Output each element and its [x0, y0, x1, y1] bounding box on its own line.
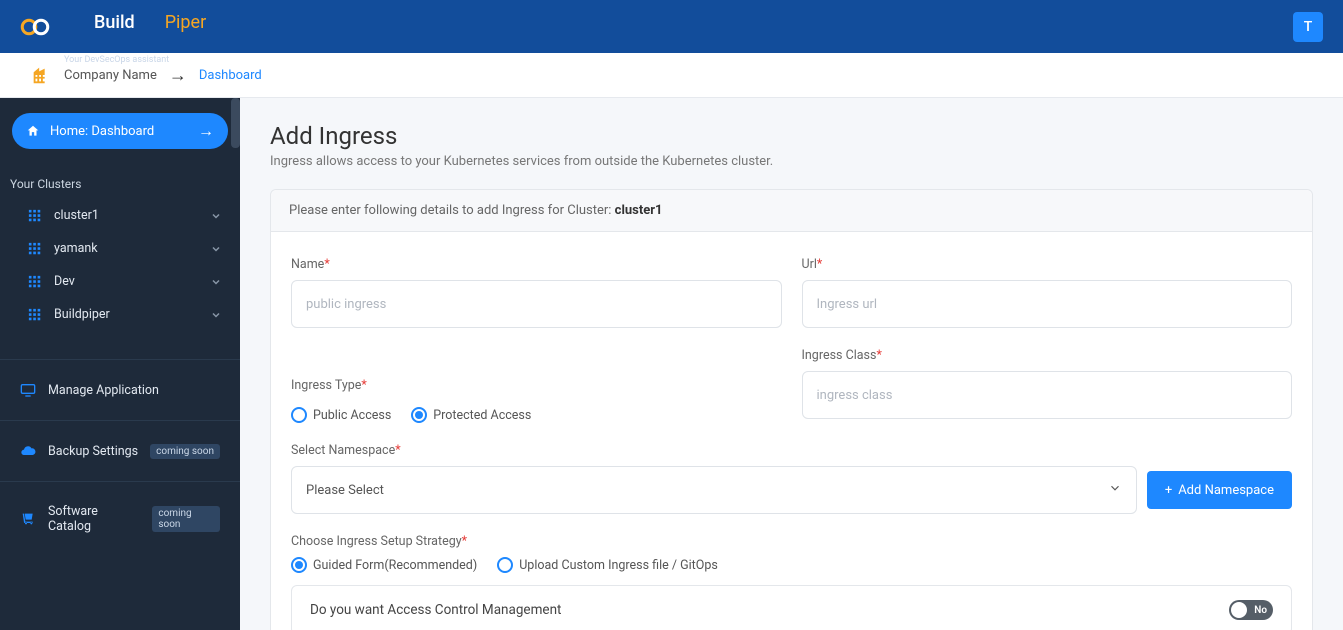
radio-icon	[411, 407, 427, 423]
chevron-down-icon	[1108, 481, 1122, 499]
add-namespace-label: Add Namespace	[1178, 483, 1274, 498]
sidebar-item-software-catalog[interactable]: Software Catalog coming soon	[0, 481, 240, 556]
scrollbar-thumb[interactable]	[231, 98, 240, 148]
cart-icon	[20, 511, 36, 527]
chevron-down-icon	[210, 276, 222, 288]
clusters-heading: Your Clusters	[0, 169, 240, 199]
page-title: Add Ingress	[270, 122, 1313, 150]
chevron-down-icon	[210, 210, 222, 222]
brand-name-main: Build	[64, 0, 165, 57]
strategy-label: Choose Ingress Setup Strategy*	[291, 534, 1292, 549]
acm-card: Do you want Access Control Management No	[291, 585, 1292, 630]
form-cluster-name: cluster1	[615, 203, 663, 218]
radio-icon	[291, 407, 307, 423]
form-card: Please enter following details to add In…	[270, 189, 1313, 630]
namespace-select-value: Please Select	[306, 483, 384, 498]
namespace-label: Select Namespace*	[291, 443, 1292, 458]
grid-icon	[28, 242, 42, 256]
radio-label: Public Access	[313, 408, 391, 423]
sidebar-item-label: Software Catalog	[48, 504, 140, 534]
sidebar-item-cluster1[interactable]: cluster1	[0, 199, 240, 232]
sidebar-item-label: Buildpiper	[54, 307, 198, 322]
toggle-label: No	[1254, 605, 1267, 616]
chevron-down-icon	[210, 243, 222, 255]
status-badge: coming soon	[150, 444, 220, 459]
name-label: Name*	[291, 257, 782, 272]
ingress-class-label: Ingress Class*	[802, 348, 1293, 363]
sidebar-item-label: yamank	[54, 241, 198, 256]
brand-logo[interactable]: BuildPiper Your DevSecOps assistant	[20, 0, 206, 65]
home-label: Home: Dashboard	[50, 124, 188, 139]
radio-label: Upload Custom Ingress file / GitOps	[519, 558, 718, 573]
sidebar-item-yamank[interactable]: yamank	[0, 232, 240, 265]
home-icon	[26, 124, 40, 138]
app-header: BuildPiper Your DevSecOps assistant T	[0, 0, 1343, 53]
avatar[interactable]: T	[1293, 12, 1323, 42]
crumb-company: Company Name	[64, 68, 157, 83]
brand-tagline: Your DevSecOps assistant	[64, 55, 206, 65]
add-namespace-button[interactable]: + Add Namespace	[1147, 471, 1292, 509]
form-card-header: Please enter following details to add In…	[271, 190, 1312, 232]
url-label: Url*	[802, 257, 1293, 272]
acm-title: Do you want Access Control Management	[310, 602, 561, 618]
radio-icon	[291, 557, 307, 573]
home-dashboard-button[interactable]: Home: Dashboard →	[12, 113, 228, 149]
sidebar-item-label: Dev	[54, 274, 198, 289]
sidebar-item-buildpiper[interactable]: Buildpiper	[0, 298, 240, 331]
chevron-down-icon	[210, 309, 222, 321]
monitor-icon	[20, 382, 36, 398]
ingress-type-label: Ingress Type*	[291, 378, 782, 393]
arrow-right-icon: →	[169, 65, 187, 86]
sidebar-item-manage-application[interactable]: Manage Application	[0, 359, 240, 420]
sidebar-item-dev[interactable]: Dev	[0, 265, 240, 298]
sidebar-item-label: Manage Application	[48, 383, 159, 398]
brand-name-accent: Piper	[165, 12, 206, 33]
building-icon	[30, 64, 52, 86]
status-badge: coming soon	[152, 506, 220, 532]
radio-label: Guided Form(Recommended)	[313, 558, 477, 573]
sidebar-item-label: Backup Settings	[48, 444, 138, 459]
radio-upload-custom[interactable]: Upload Custom Ingress file / GitOps	[497, 557, 718, 573]
toggle-knob	[1231, 602, 1247, 618]
radio-guided-form[interactable]: Guided Form(Recommended)	[291, 557, 477, 573]
cloud-icon	[20, 443, 36, 459]
namespace-select[interactable]: Please Select	[291, 466, 1137, 514]
plus-icon: +	[1165, 483, 1172, 498]
grid-icon	[28, 308, 42, 322]
radio-protected-access[interactable]: Protected Access	[411, 407, 531, 423]
main-content: Add Ingress Ingress allows access to you…	[240, 98, 1343, 630]
url-input[interactable]	[802, 280, 1293, 328]
page-subtitle: Ingress allows access to your Kubernetes…	[270, 154, 1313, 169]
radio-public-access[interactable]: Public Access	[291, 407, 391, 423]
sidebar: Home: Dashboard → Your Clusters cluster1…	[0, 98, 240, 630]
grid-icon	[28, 209, 42, 223]
radio-label: Protected Access	[433, 408, 531, 423]
arrow-right-icon: →	[198, 121, 214, 141]
name-input[interactable]	[291, 280, 782, 328]
sidebar-item-backup-settings[interactable]: Backup Settings coming soon	[0, 420, 240, 481]
radio-icon	[497, 557, 513, 573]
crumb-dashboard-link[interactable]: Dashboard	[199, 68, 262, 83]
brand-icon	[20, 15, 56, 39]
form-instruction: Please enter following details to add In…	[289, 203, 611, 218]
grid-icon	[28, 275, 42, 289]
sidebar-item-label: cluster1	[54, 208, 198, 223]
ingress-class-input[interactable]	[802, 371, 1293, 419]
acm-toggle[interactable]: No	[1229, 600, 1273, 620]
